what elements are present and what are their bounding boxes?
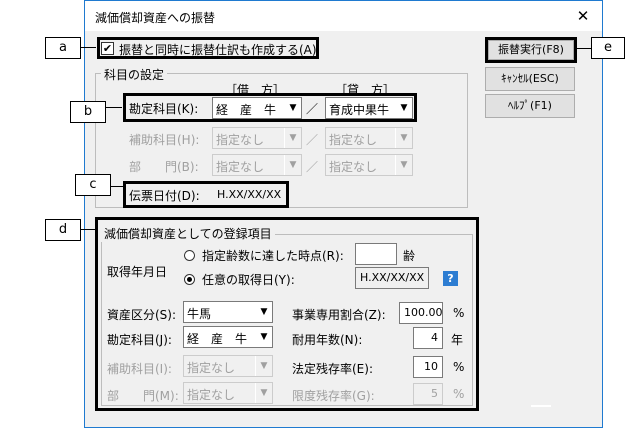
help-icon[interactable]: ? <box>443 271 458 286</box>
residual-rate-unit: % <box>453 360 465 374</box>
age-radio-label: 指定齢数に達した時点(R): <box>202 249 344 263</box>
age-input[interactable] <box>355 243 397 265</box>
date-radio[interactable] <box>184 274 195 285</box>
separator: ／ <box>306 102 319 116</box>
acquisition-date-input[interactable]: H.XX/XX/XX <box>355 267 429 289</box>
cancel-button[interactable]: ｷｬﾝｾﾙ(ESC) <box>485 67 575 91</box>
callout-c: c <box>75 174 111 196</box>
chevron-down-icon: ▼ <box>255 327 272 347</box>
credit-account-value: 育成中果牛 <box>329 103 390 117</box>
debit-department-value: 指定なし <box>216 160 265 174</box>
help-button[interactable]: ﾍﾙﾌﾟ(F1) <box>485 94 575 118</box>
chevron-down-icon: ▼ <box>395 98 412 118</box>
age-unit: 齢 <box>403 249 416 263</box>
registration-department-select[interactable]: 指定なし ▼ <box>183 382 273 404</box>
callout-e-connector <box>576 48 591 49</box>
asset-class-label: 資産区分(S): <box>107 308 177 322</box>
chevron-down-icon: ▼ <box>395 155 412 175</box>
residual-rate-label: 法定残存率(E): <box>292 362 373 376</box>
debit-department-select[interactable]: 指定なし ▼ <box>212 154 302 176</box>
department-label: 部 門(B): <box>129 160 199 174</box>
credit-sub-account-value: 指定なし <box>329 133 378 147</box>
business-ratio-unit: % <box>453 306 465 320</box>
limit-rate-unit: % <box>453 387 465 401</box>
dialog-window: 減価償却資産への振替 ✕ ✔ 振替と同時に振替仕訳も作成する(A) 振替実行(F… <box>84 0 603 428</box>
close-icon[interactable]: ✕ <box>573 6 593 26</box>
asset-class-value: 牛馬 <box>187 307 212 321</box>
registration-sub-account-select[interactable]: 指定なし ▼ <box>183 355 273 377</box>
callout-b-connector <box>106 107 122 108</box>
callout-b: b <box>70 101 106 123</box>
registration-department-label: 部 門(M): <box>107 389 179 403</box>
registration-account-value: 経 産 牛 <box>187 332 248 346</box>
sub-account-label: 補助科目(H): <box>129 133 200 147</box>
registration-account-label: 勘定科目(J): <box>107 333 172 347</box>
date-radio-label: 任意の取得日(Y): <box>202 273 295 287</box>
business-ratio-input[interactable]: 100.00 <box>399 302 443 324</box>
credit-sub-account-select[interactable]: 指定なし ▼ <box>325 127 413 149</box>
residual-rate-input[interactable]: 10 <box>413 356 443 378</box>
callout-d: d <box>45 219 81 241</box>
account-settings-title: 科目の設定 <box>101 66 168 83</box>
title-bar: 減価償却資産への振替 ✕ <box>85 1 602 31</box>
debit-sub-account-select[interactable]: 指定なし ▼ <box>212 127 302 149</box>
debit-sub-account-value: 指定なし <box>216 133 265 147</box>
useful-life-unit: 年 <box>451 333 464 347</box>
debit-account-value: 経 産 牛 <box>216 103 277 117</box>
limit-rate-input[interactable]: 5 <box>413 383 443 405</box>
callout-d-connector <box>81 229 95 230</box>
business-ratio-label: 事業専用割合(Z): <box>292 308 386 322</box>
limit-rate-label: 限度残存率(G): <box>292 389 375 403</box>
chevron-down-icon: ▼ <box>255 302 272 322</box>
create-journal-label: 振替と同時に振替仕訳も作成する(A) <box>119 43 317 57</box>
age-radio[interactable] <box>184 250 195 261</box>
useful-life-input[interactable]: 4 <box>413 327 443 349</box>
useful-life-label: 耐用年数(N): <box>292 333 363 347</box>
asset-class-select[interactable]: 牛馬 ▼ <box>183 301 273 323</box>
separator: ／ <box>306 133 319 147</box>
registration-account-select[interactable]: 経 産 牛 ▼ <box>183 326 273 348</box>
debit-account-select[interactable]: 経 産 牛 ▼ <box>212 97 302 119</box>
chevron-down-icon: ▼ <box>284 98 301 118</box>
chevron-down-icon: ▼ <box>284 155 301 175</box>
chevron-down-icon: ▼ <box>255 383 272 403</box>
create-journal-checkbox[interactable]: ✔ <box>101 42 114 55</box>
credit-department-value: 指定なし <box>329 160 378 174</box>
registration-sub-account-label: 補助科目(I): <box>107 362 172 376</box>
separator: ／ <box>306 160 319 174</box>
chevron-down-icon: ▼ <box>284 128 301 148</box>
account-label: 勘定科目(K): <box>129 102 199 116</box>
voucher-date-input[interactable]: H.XX/XX/XX <box>212 184 284 205</box>
registration-department-value: 指定なし <box>187 388 236 402</box>
window-title: 減価償却資産への振替 <box>95 11 216 25</box>
divider <box>531 405 551 407</box>
callout-e: e <box>591 37 625 59</box>
chevron-down-icon: ▼ <box>255 356 272 376</box>
execute-button[interactable]: 振替実行(F8) <box>488 40 574 60</box>
credit-department-select[interactable]: 指定なし ▼ <box>325 154 413 176</box>
registration-sub-account-value: 指定なし <box>187 361 236 375</box>
chevron-down-icon: ▼ <box>395 128 412 148</box>
callout-c-connector <box>111 186 123 187</box>
callout-a: a <box>45 37 81 59</box>
registration-title: 減価償却資産としての登録項目 <box>101 225 275 242</box>
credit-account-select[interactable]: 育成中果牛 ▼ <box>325 97 413 119</box>
voucher-date-label: 伝票日付(D): <box>129 189 200 203</box>
acquisition-label: 取得年月日 <box>107 265 168 279</box>
callout-a-connector <box>81 47 96 48</box>
